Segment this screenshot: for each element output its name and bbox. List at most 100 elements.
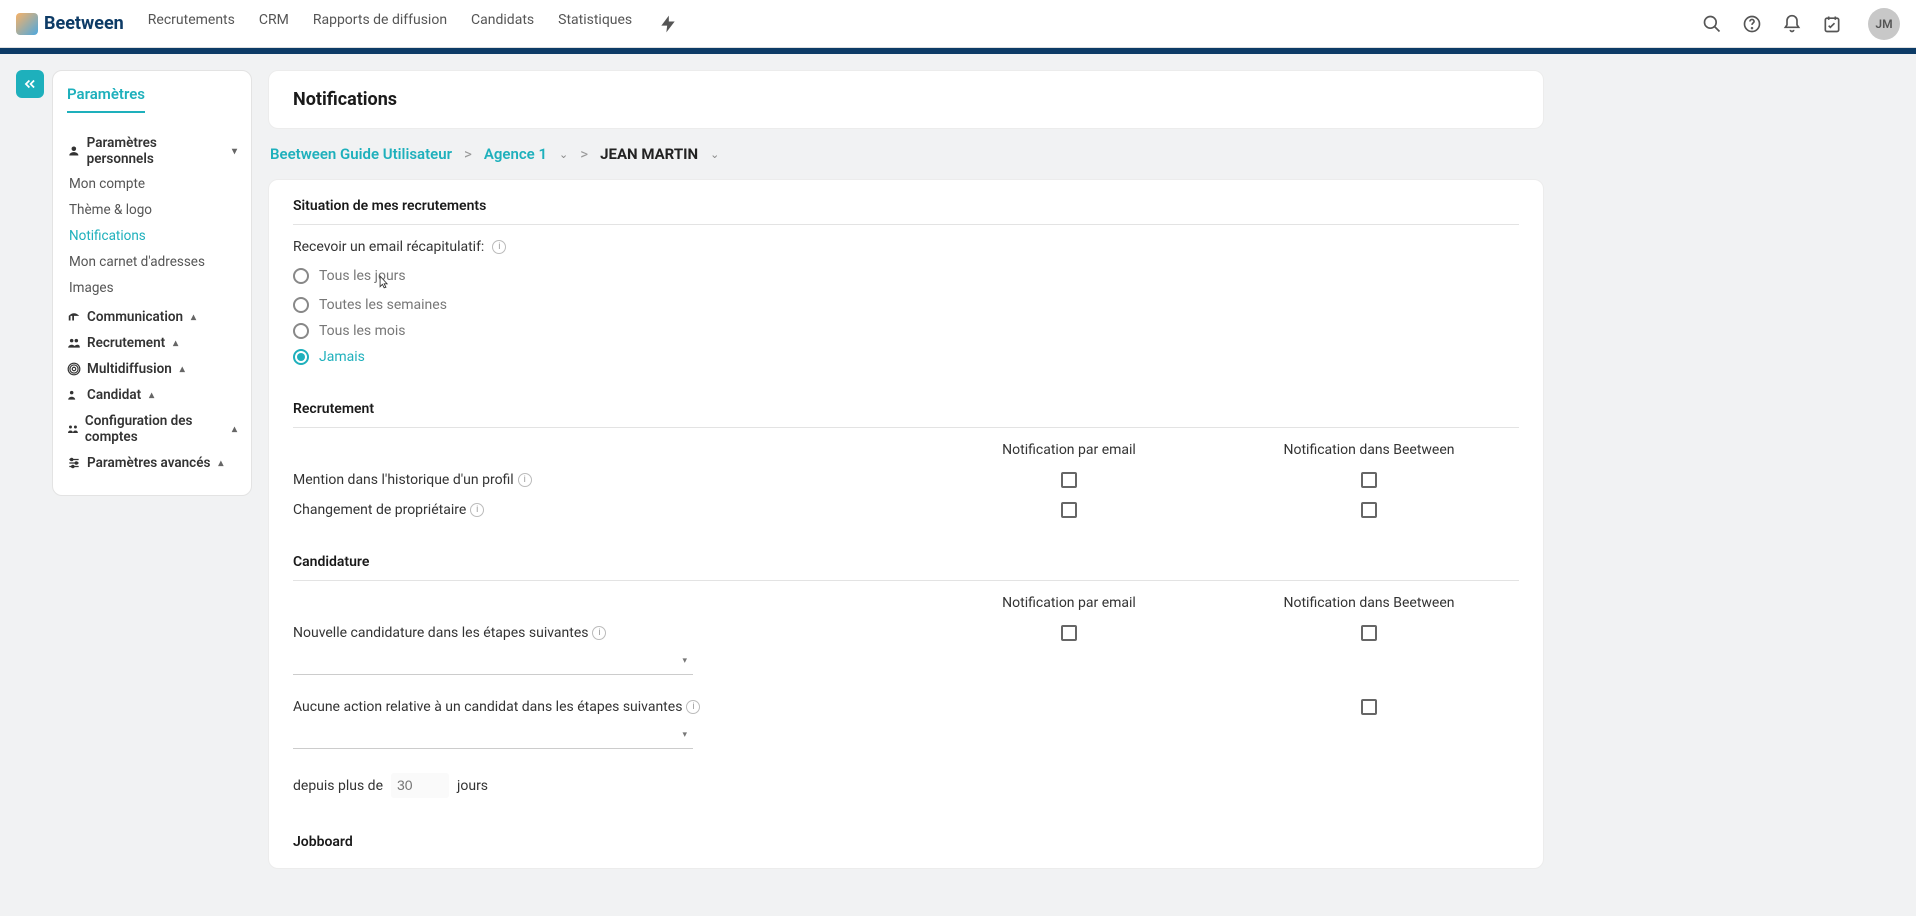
settings-card: Situation de mes recrutements Recevoir u… xyxy=(268,179,1544,869)
chevron-up-icon: ▴ xyxy=(180,364,185,375)
chevron-up-icon: ▴ xyxy=(149,390,154,401)
radio-icon xyxy=(293,268,309,284)
since-prefix: depuis plus de xyxy=(293,778,383,794)
bolt-icon[interactable] xyxy=(656,12,680,36)
recrutement-row-owner: Changement de propriétaire i xyxy=(293,502,1519,518)
breadcrumb-root[interactable]: Beetween Guide Utilisateur xyxy=(270,145,452,163)
since-days-input[interactable] xyxy=(391,773,449,798)
search-icon[interactable] xyxy=(1700,12,1724,36)
candidature-row-noaction: Aucune action relative à un candidat dan… xyxy=(293,699,1519,715)
nav-candidats[interactable]: Candidats xyxy=(471,12,534,36)
brand-name: Beetween xyxy=(44,13,124,34)
triangle-down-icon: ▾ xyxy=(682,656,687,666)
breadcrumb-agency[interactable]: Agence 1 xyxy=(484,145,547,163)
logo-icon xyxy=(16,13,38,35)
triangle-down-icon: ▾ xyxy=(682,730,687,740)
col-email: Notification par email xyxy=(919,442,1219,458)
avatar[interactable]: JM xyxy=(1868,8,1900,40)
checkbox-newcand-app[interactable] xyxy=(1361,625,1377,641)
checkbox-owner-email[interactable] xyxy=(1061,502,1077,518)
chevron-up-icon: ▴ xyxy=(232,424,237,435)
candidature-row-new: Nouvelle candidature dans les étapes sui… xyxy=(293,625,1519,641)
col-email: Notification par email xyxy=(919,595,1219,611)
info-icon[interactable]: i xyxy=(518,473,532,487)
section-situation: Situation de mes recrutements Recevoir u… xyxy=(293,198,1519,365)
info-icon[interactable]: i xyxy=(686,700,700,714)
nav-stats[interactable]: Statistiques xyxy=(558,12,632,36)
avatar-initials: JM xyxy=(1875,17,1892,31)
calendar-icon[interactable] xyxy=(1820,12,1844,36)
breadcrumb-agency-chevron-icon[interactable]: ⌄ xyxy=(559,148,568,161)
section-jobboard: Jobboard xyxy=(293,834,1519,850)
sidebar-group-config[interactable]: Configuration des comptes ▴ xyxy=(67,413,237,445)
breadcrumb-sep: > xyxy=(464,145,472,163)
sidebar-item-carnet[interactable]: Mon carnet d'adresses xyxy=(69,251,237,273)
sidebar-group-recrutement[interactable]: Recrutement ▴ xyxy=(67,335,237,351)
nav-links: Recrutements CRM Rapports de diffusion C… xyxy=(148,12,1700,36)
sidebar-item-mon-compte[interactable]: Mon compte xyxy=(69,173,237,195)
radio-icon xyxy=(293,297,309,313)
info-icon[interactable]: i xyxy=(470,503,484,517)
breadcrumb-sep: > xyxy=(580,145,588,163)
breadcrumb-user: JEAN MARTIN xyxy=(600,145,698,163)
section-heading-situation: Situation de mes recrutements xyxy=(293,198,1519,225)
nav-rapports[interactable]: Rapports de diffusion xyxy=(313,12,447,36)
checkbox-noaction-app[interactable] xyxy=(1361,699,1377,715)
sidebar-group-personal-label: Paramètres personnels xyxy=(87,135,224,167)
sidebar-item-notifications[interactable]: Notifications xyxy=(69,225,237,247)
checkbox-newcand-email[interactable] xyxy=(1061,625,1077,641)
dropdown-steps-noaction[interactable]: ▾ xyxy=(293,721,693,749)
radio-monthly[interactable]: Tous les mois xyxy=(293,323,1519,339)
recrutement-row-mention: Mention dans l'historique d'un profil i xyxy=(293,472,1519,488)
nav-recrutements[interactable]: Recrutements xyxy=(148,12,235,36)
dropdown-steps-new[interactable]: ▾ xyxy=(293,647,693,675)
col-app: Notification dans Beetween xyxy=(1219,442,1519,458)
nav-crm[interactable]: CRM xyxy=(259,12,289,36)
sidebar-group-personal[interactable]: Paramètres personnels ▾ xyxy=(67,135,237,167)
radio-icon xyxy=(293,349,309,365)
radio-icon xyxy=(293,323,309,339)
sidebar-group-communication[interactable]: Communication ▴ xyxy=(67,309,237,325)
cursor-icon xyxy=(376,273,390,295)
checkbox-mention-email[interactable] xyxy=(1061,472,1077,488)
checkbox-mention-app[interactable] xyxy=(1361,472,1377,488)
chevron-up-icon: ▴ xyxy=(191,312,196,323)
checkbox-owner-app[interactable] xyxy=(1361,502,1377,518)
section-heading-jobboard: Jobboard xyxy=(293,834,1519,850)
breadcrumb-user-chevron-icon[interactable]: ⌄ xyxy=(710,148,719,161)
bell-icon[interactable] xyxy=(1780,12,1804,36)
since-suffix: jours xyxy=(457,778,488,794)
sidebar-group-multidiffusion[interactable]: Multidiffusion ▴ xyxy=(67,361,237,377)
radio-weekly[interactable]: Toutes les semaines xyxy=(293,297,1519,313)
help-icon[interactable] xyxy=(1740,12,1764,36)
recrutement-grid-head: Notification par email Notification dans… xyxy=(293,442,1519,458)
radio-never[interactable]: Jamais xyxy=(293,349,1519,365)
chevron-up-icon: ▴ xyxy=(218,458,223,469)
sidebar-item-images[interactable]: Images xyxy=(69,277,237,299)
sidebar-group-candidat[interactable]: Candidat ▴ xyxy=(67,387,237,403)
info-icon[interactable]: i xyxy=(592,626,606,640)
sidebar-collapse-button[interactable] xyxy=(16,70,44,98)
section-recrutement: Recrutement Notification par email Notif… xyxy=(293,401,1519,518)
brand-logo[interactable]: Beetween xyxy=(16,13,124,35)
chevron-down-icon: ▾ xyxy=(232,146,237,157)
recap-label: Recevoir un email récapitulatif: i xyxy=(293,239,1519,255)
radio-list-recap: Tous les jours Toutes les semaines Tous … xyxy=(293,265,1519,365)
since-days-row: depuis plus de jours xyxy=(293,773,1519,798)
sidebar: Paramètres Paramètres personnels ▾ Mon c… xyxy=(52,70,252,496)
radio-daily[interactable]: Tous les jours xyxy=(293,265,1519,287)
candidature-grid-head: Notification par email Notification dans… xyxy=(293,595,1519,611)
breadcrumb: Beetween Guide Utilisateur > Agence 1 ⌄ … xyxy=(268,141,1544,167)
sidebar-title: Paramètres xyxy=(67,85,145,113)
col-app: Notification dans Beetween xyxy=(1219,595,1519,611)
nav-icons: JM xyxy=(1700,8,1900,40)
section-candidature: Candidature Notification par email Notif… xyxy=(293,554,1519,798)
section-heading-recrutement: Recrutement xyxy=(293,401,1519,428)
chevron-up-icon: ▴ xyxy=(173,338,178,349)
page-title: Notifications xyxy=(293,89,1519,110)
sidebar-group-avances[interactable]: Paramètres avancés ▴ xyxy=(67,455,237,471)
top-nav: Beetween Recrutements CRM Rapports de di… xyxy=(0,0,1916,48)
page-title-card: Notifications xyxy=(268,70,1544,129)
info-icon[interactable]: i xyxy=(492,240,506,254)
sidebar-item-theme-logo[interactable]: Thème & logo xyxy=(69,199,237,221)
